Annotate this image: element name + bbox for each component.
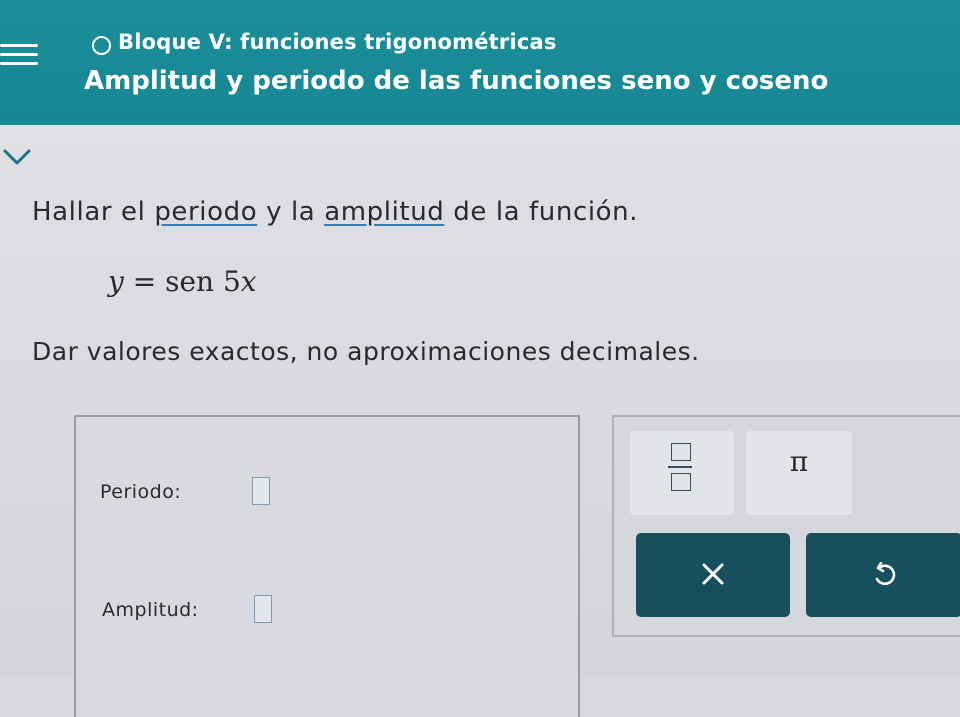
prompt-text: Hallar el — [32, 197, 155, 227]
amplitude-input[interactable] — [254, 595, 272, 623]
chevron-down-icon[interactable] — [2, 147, 32, 167]
question-area: Hallar el periodo y la amplitud de la fu… — [0, 125, 960, 717]
equation-var: x — [240, 265, 257, 298]
x-icon — [702, 563, 724, 585]
instruction-text: Dar valores exactos, no aproximaciones d… — [32, 337, 700, 366]
fraction-icon — [668, 443, 692, 501]
pi-label: π — [789, 445, 809, 478]
period-label: Periodo: — [100, 481, 182, 503]
answer-panel: Periodo: Amplitud: — [74, 415, 580, 717]
prompt-text: y la — [257, 197, 325, 227]
pi-button[interactable]: π — [746, 431, 852, 515]
progress-circle-icon — [92, 36, 111, 55]
undo-button[interactable] — [806, 533, 960, 617]
hamburger-menu-icon[interactable] — [0, 44, 38, 82]
term-amplitud-link[interactable]: amplitud — [324, 197, 444, 227]
clear-button[interactable] — [636, 533, 790, 617]
equation-coef: 5 — [214, 265, 241, 298]
math-tool-panel: π — [612, 415, 960, 637]
question-prompt: Hallar el periodo y la amplitud de la fu… — [32, 197, 638, 227]
header-bar: Bloque V: funciones trigonométricas Ampl… — [0, 0, 960, 125]
function-equation: y = sen 5x — [108, 265, 257, 298]
equation-func: sen — [165, 265, 215, 298]
undo-icon — [875, 562, 896, 586]
equation-lhs: y — [108, 265, 124, 298]
term-periodo-link[interactable]: periodo — [154, 197, 257, 227]
lesson-title: Amplitud y periodo de las funciones seno… — [84, 66, 829, 96]
equation-equals: = — [123, 265, 166, 298]
unit-title: Bloque V: funciones trigonométricas — [118, 30, 557, 54]
prompt-text: de la función. — [444, 197, 639, 227]
period-input[interactable] — [252, 477, 270, 505]
amplitude-label: Amplitud: — [102, 599, 199, 621]
fraction-button[interactable] — [630, 431, 734, 515]
